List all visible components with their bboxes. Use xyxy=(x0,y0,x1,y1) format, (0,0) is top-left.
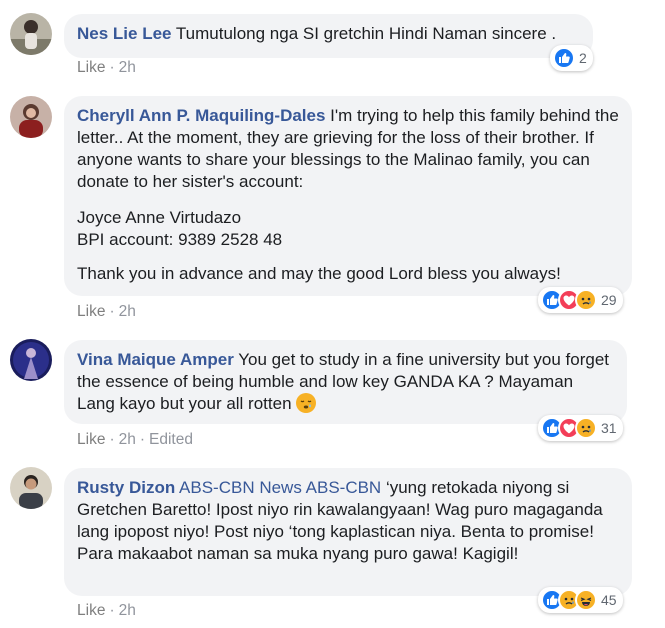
timestamp[interactable]: 2h xyxy=(119,59,136,76)
comment-bubble: Vina Maique Amper You get to study in a … xyxy=(64,340,627,424)
avatar[interactable] xyxy=(10,339,52,381)
reaction-count: 29 xyxy=(601,292,617,308)
comment-actions: Like · 2h xyxy=(77,59,136,76)
reaction-count: 45 xyxy=(601,592,617,608)
tagged-page-link[interactable]: ABS-CBN News xyxy=(179,478,302,497)
tagged-page-link[interactable]: ABS-CBN xyxy=(306,478,382,497)
sad-reaction-icon xyxy=(575,289,597,311)
comment-author[interactable]: Rusty Dizon xyxy=(77,478,175,497)
comment-author[interactable]: Cheryll Ann P. Maquiling-Dales xyxy=(77,106,325,125)
avatar[interactable] xyxy=(10,96,52,138)
comment-text: Joyce Anne Virtudazo xyxy=(77,208,242,227)
haha-reaction-icon xyxy=(575,589,597,611)
comment-text: BPI account: 9389 2528 48 xyxy=(77,230,283,249)
comment-bubble: Nes Lie Lee Tumutulong nga SI gretchin H… xyxy=(64,14,593,58)
sleepy-emoji-icon xyxy=(296,393,317,413)
reaction-count: 31 xyxy=(601,420,617,436)
comment-actions: Like · 2h xyxy=(77,602,136,619)
avatar[interactable] xyxy=(10,13,52,55)
comment-paragraph: Cheryll Ann P. Maquiling-Dales I'm tryin… xyxy=(77,105,619,193)
comment-actions: Like · 2h xyxy=(77,303,136,320)
comment-text: Tumutulong nga SI gretchin Hindi Naman s… xyxy=(175,24,557,43)
timestamp[interactable]: 2h xyxy=(119,303,136,320)
sad-reaction-icon xyxy=(575,417,597,439)
timestamp[interactable]: 2h xyxy=(119,602,136,619)
reaction-summary[interactable]: 2 xyxy=(550,45,593,71)
reaction-summary[interactable]: 31 xyxy=(538,415,623,441)
timestamp[interactable]: 2h xyxy=(119,431,136,448)
comment-actions: Like · 2h · Edited xyxy=(77,431,193,448)
comment-text: Thank you in advance and may the good Lo… xyxy=(77,264,561,283)
reaction-summary[interactable]: 45 xyxy=(538,587,623,613)
reaction-count: 2 xyxy=(579,50,587,66)
like-reaction-icon xyxy=(553,47,575,69)
comment-bubble: Rusty Dizon ABS-CBN News ABS-CBN ‘yung r… xyxy=(64,468,632,596)
comment-author[interactable]: Nes Lie Lee xyxy=(77,24,172,43)
like-link[interactable]: Like xyxy=(77,431,105,448)
edited-label[interactable]: Edited xyxy=(149,431,193,448)
comment-author[interactable]: Vina Maique Amper xyxy=(77,350,234,369)
like-link[interactable]: Like xyxy=(77,602,105,619)
like-link[interactable]: Like xyxy=(77,59,105,76)
reaction-summary[interactable]: 29 xyxy=(538,287,623,313)
comment-bubble: Cheryll Ann P. Maquiling-Dales I'm tryin… xyxy=(64,96,632,296)
like-link[interactable]: Like xyxy=(77,303,105,320)
avatar[interactable] xyxy=(10,467,52,509)
